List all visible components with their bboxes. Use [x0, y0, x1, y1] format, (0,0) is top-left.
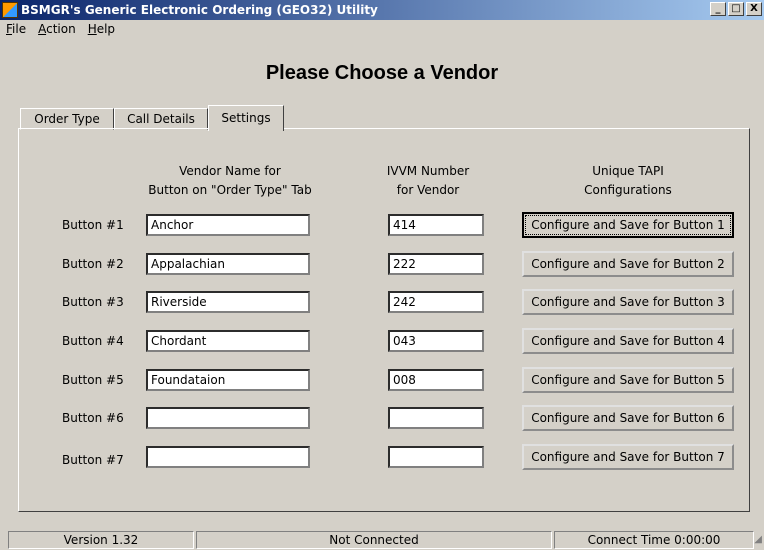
- ivvm-number-field-4[interactable]: 043: [388, 330, 484, 352]
- menu-action[interactable]: Action: [32, 22, 82, 36]
- ivvm-number-header: IVVM Number for Vendor: [368, 162, 488, 200]
- tapi-header: Unique TAPI Configurations: [528, 162, 728, 200]
- ivvm-number-header-line2: for Vendor: [396, 183, 460, 197]
- menu-file[interactable]: File: [0, 22, 32, 36]
- configure-button-1[interactable]: Configure and Save for Button 1: [522, 212, 734, 238]
- page-title: Please Choose a Vendor: [265, 62, 499, 84]
- minimize-button[interactable]: _: [710, 2, 726, 16]
- app-icon: [2, 2, 18, 18]
- window-controls: _ □ X: [710, 2, 762, 16]
- row-label-button-7: Button #7: [62, 453, 124, 467]
- status-connect-time: Connect Time 0:00:00: [554, 531, 754, 549]
- row-label-button-3: Button #3: [62, 295, 124, 309]
- configure-button-4[interactable]: Configure and Save for Button 4: [522, 328, 734, 354]
- tab-order-type[interactable]: Order Type: [20, 108, 114, 130]
- resize-grip-icon[interactable]: ◢: [754, 534, 762, 545]
- row-label-button-5: Button #5: [62, 373, 124, 387]
- tapi-header-line2: Configurations: [584, 183, 672, 197]
- status-version: Version 1.32: [8, 531, 194, 549]
- menu-bar: File Action Help: [0, 20, 121, 38]
- configure-button-6[interactable]: Configure and Save for Button 6: [522, 405, 734, 431]
- configure-button-5[interactable]: Configure and Save for Button 5: [522, 367, 734, 393]
- configure-button-7[interactable]: Configure and Save for Button 7: [522, 444, 734, 470]
- ivvm-number-header-line1: IVVM Number: [386, 164, 470, 178]
- vendor-name-field-7[interactable]: [146, 446, 310, 468]
- status-bar: Version 1.32 Not Connected Connect Time …: [0, 530, 764, 550]
- tab-settings[interactable]: Settings: [208, 105, 284, 131]
- vendor-name-field-5[interactable]: Foundataion: [146, 369, 310, 391]
- tab-call-details[interactable]: Call Details: [114, 108, 208, 130]
- vendor-name-field-1[interactable]: Anchor: [146, 214, 310, 236]
- status-connection: Not Connected: [196, 531, 552, 549]
- menu-help[interactable]: Help: [82, 22, 121, 36]
- vendor-name-field-6[interactable]: [146, 407, 310, 429]
- close-button[interactable]: X: [746, 2, 762, 16]
- vendor-name-header-line2: Button on "Order Type" Tab: [148, 183, 312, 197]
- row-label-button-1: Button #1: [62, 218, 124, 232]
- ivvm-number-field-6[interactable]: [388, 407, 484, 429]
- maximize-button[interactable]: □: [728, 2, 744, 16]
- window-title: BSMGR's Generic Electronic Ordering (GEO…: [21, 3, 378, 17]
- vendor-name-field-2[interactable]: Appalachian: [146, 253, 310, 275]
- ivvm-number-field-3[interactable]: 242: [388, 291, 484, 313]
- row-label-button-6: Button #6: [62, 411, 124, 425]
- configure-button-2[interactable]: Configure and Save for Button 2: [522, 251, 734, 277]
- row-label-button-4: Button #4: [62, 334, 124, 348]
- vendor-name-header: Vendor Name for Button on "Order Type" T…: [130, 162, 330, 200]
- ivvm-number-field-2[interactable]: 222: [388, 253, 484, 275]
- row-label-button-2: Button #2: [62, 257, 124, 271]
- configure-button-3[interactable]: Configure and Save for Button 3: [522, 289, 734, 315]
- vendor-name-header-line1: Vendor Name for: [179, 164, 281, 178]
- ivvm-number-field-1[interactable]: 414: [388, 214, 484, 236]
- tapi-header-line1: Unique TAPI: [592, 164, 664, 178]
- ivvm-number-field-7[interactable]: [388, 446, 484, 468]
- title-bar[interactable]: BSMGR's Generic Electronic Ordering (GEO…: [0, 0, 764, 20]
- vendor-name-field-4[interactable]: Chordant: [146, 330, 310, 352]
- vendor-name-field-3[interactable]: Riverside: [146, 291, 310, 313]
- ivvm-number-field-5[interactable]: 008: [388, 369, 484, 391]
